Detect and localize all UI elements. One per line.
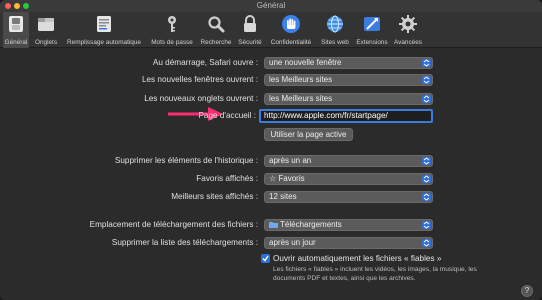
favorites-value: ☆ Favoris xyxy=(269,174,305,183)
hand-icon xyxy=(282,15,300,33)
autofill-icon xyxy=(97,16,111,32)
checkmark-icon xyxy=(262,255,269,262)
favorites-label: Favoris affichés : xyxy=(196,174,258,183)
history-value: après un an xyxy=(269,156,312,165)
general-switch-icon xyxy=(9,16,23,32)
popup-stepper-icon xyxy=(422,76,431,84)
preferences-toolbar: Général Onglets Remplissage automatique xyxy=(0,12,542,48)
tab-security-label: Sécurité xyxy=(238,39,262,46)
window-title: Général xyxy=(256,1,286,10)
tab-websites-label: Sites web xyxy=(321,39,349,46)
homepage-label: Page d'accueil : xyxy=(198,111,256,120)
download-clear-label: Supprimer la liste des téléchargements : xyxy=(111,238,258,247)
general-pane: Au démarrage, Safari ouvre : une nouvell… xyxy=(0,49,542,300)
download-clear-value: après un jour xyxy=(269,238,316,247)
open-safe-files-checkbox[interactable] xyxy=(261,254,270,263)
tab-extensions[interactable]: Extensions xyxy=(353,12,391,48)
new-tabs-label: Les nouveaux onglets ouvrent : xyxy=(144,94,258,103)
top-sites-label: Meilleurs sites affichés : xyxy=(171,192,258,201)
tab-passwords-label: Mots de passe xyxy=(151,39,193,46)
tab-passwords[interactable]: Mots de passe xyxy=(148,12,196,48)
key-icon xyxy=(168,16,176,32)
padlock-icon xyxy=(244,15,256,32)
preferences-window: Général Général Onglets Remplissage auto… xyxy=(0,0,542,300)
download-location-popup[interactable]: Téléchargements xyxy=(264,219,433,231)
open-safe-files-label: Ouvrir automatiquement les fichiers « fi… xyxy=(273,254,442,263)
top-sites-popup[interactable]: 12 sites xyxy=(264,191,433,203)
tab-search[interactable]: Recherche xyxy=(198,12,234,48)
folder-icon xyxy=(269,222,278,228)
help-button[interactable]: ? xyxy=(521,285,533,297)
popup-stepper-icon xyxy=(422,193,431,201)
startup-label: Au démarrage, Safari ouvre : xyxy=(152,58,258,67)
new-windows-popup[interactable]: les Meilleurs sites xyxy=(264,74,433,86)
globe-icon xyxy=(327,15,343,33)
open-safe-files-note: Les fichiers « fiables » incluent les vi… xyxy=(273,266,477,282)
popup-stepper-icon xyxy=(422,59,431,67)
tab-autofill[interactable]: Remplissage automatique xyxy=(62,12,146,48)
startup-value: une nouvelle fenêtre xyxy=(269,58,342,67)
tab-security[interactable]: Sécurité xyxy=(236,12,264,48)
tabs-icon xyxy=(38,18,54,31)
new-windows-label: Les nouvelles fenêtres ouvrent : xyxy=(141,75,258,84)
homepage-field[interactable]: http://www.apple.com/fr/startpage/ xyxy=(259,109,433,123)
tab-advanced-label: Avancées xyxy=(394,39,422,46)
popup-stepper-icon xyxy=(422,239,431,247)
tab-general-label: Général xyxy=(4,39,28,46)
tab-tabs[interactable]: Onglets xyxy=(31,12,61,48)
magnifier-icon xyxy=(208,16,225,33)
history-label: Supprimer les éléments de l'historique : xyxy=(114,156,258,165)
tab-websites[interactable]: Sites web xyxy=(318,12,352,48)
download-location-value: Téléchargements xyxy=(280,220,342,229)
tab-advanced[interactable]: Avancées xyxy=(392,12,424,48)
tab-extensions-label: Extensions xyxy=(356,39,388,46)
gear-icon xyxy=(399,15,417,33)
popup-stepper-icon xyxy=(422,157,431,165)
top-sites-value: 12 sites xyxy=(269,192,297,201)
tab-tabs-label: Onglets xyxy=(34,39,58,46)
popup-stepper-icon xyxy=(422,175,431,183)
history-popup[interactable]: après un an xyxy=(264,155,433,167)
use-current-page-button[interactable]: Utiliser la page active xyxy=(264,128,353,141)
new-tabs-value: les Meilleurs sites xyxy=(269,94,333,103)
new-windows-value: les Meilleurs sites xyxy=(269,75,333,84)
tab-privacy-label: Confidentialité xyxy=(270,39,312,46)
favorites-popup[interactable]: ☆ Favoris xyxy=(264,173,433,185)
extensions-icon xyxy=(364,17,380,31)
download-location-label: Emplacement de téléchargement des fichie… xyxy=(89,220,258,229)
tab-privacy[interactable]: Confidentialité xyxy=(266,12,316,48)
download-clear-popup[interactable]: après un jour xyxy=(264,237,433,249)
new-tabs-popup[interactable]: les Meilleurs sites xyxy=(264,93,433,105)
title-bar: Général xyxy=(0,0,542,12)
startup-popup[interactable]: une nouvelle fenêtre xyxy=(264,57,433,69)
tab-general[interactable]: Général xyxy=(3,12,29,48)
tab-search-label: Recherche xyxy=(200,39,232,46)
popup-stepper-icon xyxy=(422,95,431,103)
tab-autofill-label: Remplissage automatique xyxy=(67,39,141,46)
popup-stepper-icon xyxy=(422,221,431,229)
